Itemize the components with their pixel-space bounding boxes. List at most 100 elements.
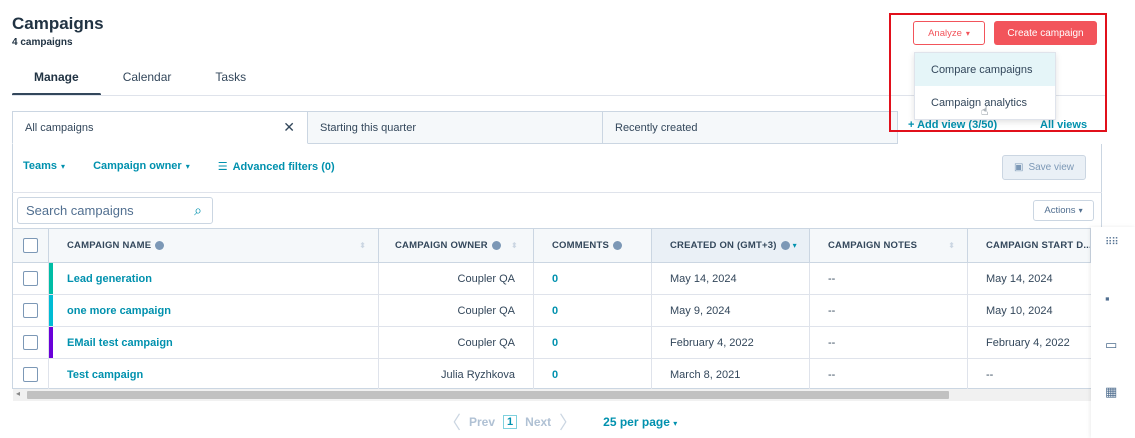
search-placeholder: Search campaigns [26, 203, 134, 218]
comments-cell: 0 [534, 359, 652, 390]
column-header-owner[interactable]: CAMPAIGN OWNER ⬍ [379, 229, 534, 262]
caret-down-icon: ▾ [965, 28, 970, 38]
comments-link[interactable]: 0 [552, 369, 558, 381]
table-row: Lead generation Coupler QA 0 May 14, 202… [13, 263, 1091, 295]
scrollbar-thumb[interactable] [27, 391, 949, 399]
column-header-name[interactable]: CAMPAIGN NAME ⬍ [49, 229, 379, 262]
campaign-name-cell: EMail test campaign [49, 327, 379, 358]
table-row: EMail test campaign Coupler QA 0 Februar… [13, 327, 1091, 359]
chevron-right-icon[interactable]: 〉 [559, 409, 577, 435]
create-campaign-button[interactable]: Create campaign [994, 21, 1097, 45]
row-select-cell [13, 295, 49, 326]
comments-cell: 0 [534, 263, 652, 294]
select-all-cell [13, 229, 49, 262]
tab-calendar[interactable]: Calendar [101, 64, 194, 96]
save-icon: ▣ [1013, 162, 1024, 173]
comments-link[interactable]: 0 [552, 337, 558, 349]
teams-filter[interactable]: Teams ▾ [23, 160, 65, 173]
analyze-label: Analyze [928, 27, 962, 39]
calendar-icon[interactable]: ▦ [1105, 384, 1117, 400]
notes-cell: -- [810, 359, 968, 390]
next-button[interactable]: Next [525, 415, 551, 429]
view-tab-starting-this-quarter[interactable]: Starting this quarter [308, 111, 603, 144]
info-icon [613, 241, 623, 250]
campaign-owner-cell: Coupler QA [379, 295, 534, 326]
sort-icon: ⬍ [510, 241, 518, 250]
main-tabs: Manage Calendar Tasks [12, 64, 268, 96]
right-sidebar: ⠿⠿ ▪ ▭ ▦ [1091, 227, 1135, 438]
sliders-icon: ☰ [217, 161, 228, 173]
tab-manage[interactable]: Manage [12, 64, 101, 96]
campaigns-table: CAMPAIGN NAME ⬍ CAMPAIGN OWNER ⬍ COMMENTS … [13, 228, 1091, 391]
add-view-link[interactable]: + Add view (3/50) [908, 119, 997, 131]
chat-icon[interactable]: ▪ [1105, 291, 1110, 306]
created-cell: May 14, 2024 [652, 263, 810, 294]
comments-cell: 0 [534, 327, 652, 358]
campaign-count: 4 campaigns [12, 37, 73, 48]
per-page-select[interactable]: 25 per page ▾ [603, 415, 677, 429]
advanced-filters-button[interactable]: ☰ Advanced filters (0) [218, 160, 335, 173]
caret-down-icon: ▾ [673, 419, 678, 428]
campaign-name-cell: Test campaign [49, 359, 379, 390]
campaign-name-cell: Lead generation [49, 263, 379, 294]
campaign-color-bar [49, 263, 53, 294]
prev-button[interactable]: Prev [469, 415, 495, 429]
view-tab-all-campaigns[interactable]: All campaigns ✕ [12, 111, 308, 144]
caret-down-icon: ▾ [61, 162, 66, 171]
hand-cursor-icon: ☝ [981, 104, 989, 118]
view-tab-recently-created[interactable]: Recently created [603, 111, 898, 144]
analyze-button[interactable]: Analyze ▾ [913, 21, 985, 45]
tab-tasks[interactable]: Tasks [193, 64, 268, 96]
search-input[interactable]: Search campaigns ⌕ [17, 197, 213, 224]
save-view-button[interactable]: ▣ Save view [1002, 155, 1086, 180]
sort-icon: ⬍ [359, 241, 366, 250]
column-header-notes[interactable]: CAMPAIGN NOTES ⬍ [810, 229, 968, 262]
campaign-color-bar [49, 327, 53, 358]
compare-campaigns-item[interactable]: Compare campaigns [915, 53, 1055, 86]
caret-down-icon: ▾ [1078, 206, 1083, 215]
row-select-cell [13, 263, 49, 294]
window-icon[interactable]: ▭ [1105, 337, 1117, 353]
row-checkbox[interactable] [23, 303, 38, 318]
campaign-owner-cell: Coupler QA [379, 263, 534, 294]
row-checkbox[interactable] [23, 367, 38, 382]
row-checkbox[interactable] [23, 271, 38, 286]
chevron-left-icon[interactable]: 〈 [443, 409, 461, 435]
sort-desc-icon: ▾ [792, 241, 797, 250]
current-page[interactable]: 1 [503, 415, 518, 429]
select-all-checkbox[interactable] [23, 238, 38, 253]
campaign-name-link[interactable]: Test campaign [67, 369, 143, 381]
start-date-cell: May 10, 2024 [986, 304, 1053, 317]
campaign-name-link[interactable]: Lead generation [67, 273, 152, 285]
notes-cell: -- [810, 263, 968, 294]
actions-button[interactable]: Actions ▾ [1033, 200, 1094, 221]
campaign-owner-cell: Coupler QA [379, 327, 534, 358]
close-icon[interactable]: ✕ [283, 119, 295, 136]
filters-divider [12, 192, 1102, 193]
table-row: one more campaign Coupler QA 0 May 9, 20… [13, 295, 1091, 327]
info-icon [491, 241, 501, 250]
all-views-link[interactable]: All views [1040, 119, 1087, 131]
comments-link[interactable]: 0 [552, 273, 558, 285]
caret-down-icon: ▾ [185, 162, 190, 171]
column-header-comments[interactable]: COMMENTS [534, 229, 652, 262]
campaign-owner-filter[interactable]: Campaign owner ▾ [93, 160, 190, 173]
row-select-cell [13, 359, 49, 390]
sort-icon: ⬍ [948, 241, 955, 250]
comments-link[interactable]: 0 [552, 305, 558, 317]
horizontal-scrollbar[interactable]: ◂ [13, 389, 1091, 401]
page-title: Campaigns [12, 14, 104, 33]
table-header: CAMPAIGN NAME ⬍ CAMPAIGN OWNER ⬍ COMMENTS … [13, 228, 1091, 263]
column-header-start[interactable]: CAMPAIGN START D... [968, 229, 1091, 262]
scroll-left-icon[interactable]: ◂ [16, 389, 20, 398]
start-date-cell: February 4, 2022 [986, 336, 1070, 349]
campaign-name-link[interactable]: EMail test campaign [67, 337, 173, 349]
campaign-name-cell: one more campaign [49, 295, 379, 326]
table-row: Test campaign Julia Ryzhkova 0 March 8, … [13, 359, 1091, 391]
column-header-created[interactable]: CREATED ON (GMT+3) ▾ [652, 229, 810, 262]
row-checkbox[interactable] [23, 335, 38, 350]
comments-cell: 0 [534, 295, 652, 326]
grid-dots-icon[interactable]: ⠿⠿ [1105, 237, 1119, 248]
notes-cell: -- [810, 295, 968, 326]
campaign-name-link[interactable]: one more campaign [67, 305, 171, 317]
